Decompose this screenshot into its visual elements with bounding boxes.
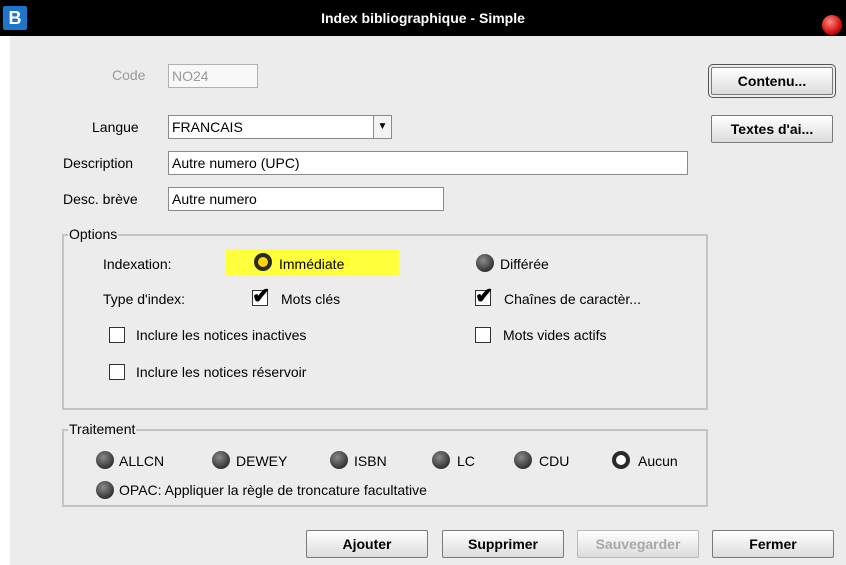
dewey-label[interactable]: DEWEY bbox=[236, 453, 287, 469]
window-title: Index bibliographique - Simple bbox=[321, 10, 525, 26]
mots-cles-label[interactable]: Mots clés bbox=[281, 291, 340, 307]
desc-breve-label: Desc. brève bbox=[63, 191, 138, 207]
differee-label[interactable]: Différée bbox=[500, 256, 549, 272]
aucun-label[interactable]: Aucun bbox=[638, 453, 678, 469]
opac-radio[interactable] bbox=[96, 481, 114, 499]
code-label: Code bbox=[112, 67, 146, 83]
checkmark-icon: ✔ bbox=[252, 283, 271, 308]
allcn-label[interactable]: ALLCN bbox=[119, 453, 164, 469]
allcn-radio[interactable] bbox=[96, 451, 114, 469]
langue-select[interactable]: FRANCAIS ▼ bbox=[168, 115, 392, 139]
mots-vides-checkbox[interactable] bbox=[475, 327, 491, 343]
differee-radio[interactable] bbox=[476, 254, 494, 272]
inclure-reservoir-label[interactable]: Inclure les notices réservoir bbox=[136, 364, 306, 380]
sauvegarder-button: Sauvegarder bbox=[577, 530, 699, 558]
mots-vides-label[interactable]: Mots vides actifs bbox=[503, 327, 606, 343]
indexation-label: Indexation: bbox=[103, 256, 172, 272]
immediate-label[interactable]: Immédiate bbox=[279, 256, 344, 272]
opac-label[interactable]: OPAC: Appliquer la règle de troncature f… bbox=[119, 482, 427, 498]
description-field[interactable]: Autre numero (UPC) bbox=[168, 151, 688, 175]
fermer-button[interactable]: Fermer bbox=[712, 530, 834, 558]
checkmark-icon: ✔ bbox=[475, 283, 494, 308]
inclure-reservoir-checkbox[interactable] bbox=[109, 364, 125, 380]
chaines-label[interactable]: Chaînes de caractèr... bbox=[504, 291, 641, 307]
aucun-radio[interactable] bbox=[612, 451, 630, 469]
traitement-legend: Traitement bbox=[68, 421, 137, 437]
isbn-radio[interactable] bbox=[330, 451, 348, 469]
chevron-down-icon[interactable]: ▼ bbox=[373, 116, 391, 138]
inclure-inactives-checkbox[interactable] bbox=[109, 327, 125, 343]
isbn-label[interactable]: ISBN bbox=[354, 453, 387, 469]
contenu-button[interactable]: Contenu... bbox=[708, 64, 836, 98]
description-label: Description bbox=[63, 155, 134, 171]
title-bar[interactable]: B Index bibliographique - Simple bbox=[0, 0, 846, 36]
ajouter-button[interactable]: Ajouter bbox=[306, 530, 428, 558]
cdu-label[interactable]: CDU bbox=[539, 453, 569, 469]
langue-value: FRANCAIS bbox=[172, 119, 243, 135]
dialog-window: B Index bibliographique - Simple Code NO… bbox=[0, 0, 846, 565]
textes-aide-button[interactable]: Textes d'ai... bbox=[711, 115, 833, 143]
cdu-radio[interactable] bbox=[514, 451, 532, 469]
inclure-inactives-label[interactable]: Inclure les notices inactives bbox=[136, 327, 306, 343]
options-legend: Options bbox=[68, 226, 119, 242]
lc-label[interactable]: LC bbox=[457, 453, 475, 469]
supprimer-button[interactable]: Supprimer bbox=[442, 530, 564, 558]
close-icon[interactable] bbox=[822, 15, 842, 35]
langue-label: Langue bbox=[92, 119, 139, 135]
immediate-radio[interactable] bbox=[254, 253, 272, 271]
dewey-radio[interactable] bbox=[212, 451, 230, 469]
desc-breve-field[interactable]: Autre numero bbox=[168, 187, 444, 211]
lc-radio[interactable] bbox=[432, 451, 450, 469]
code-field: NO24 bbox=[168, 64, 258, 88]
type-index-label: Type d'index: bbox=[103, 291, 186, 307]
